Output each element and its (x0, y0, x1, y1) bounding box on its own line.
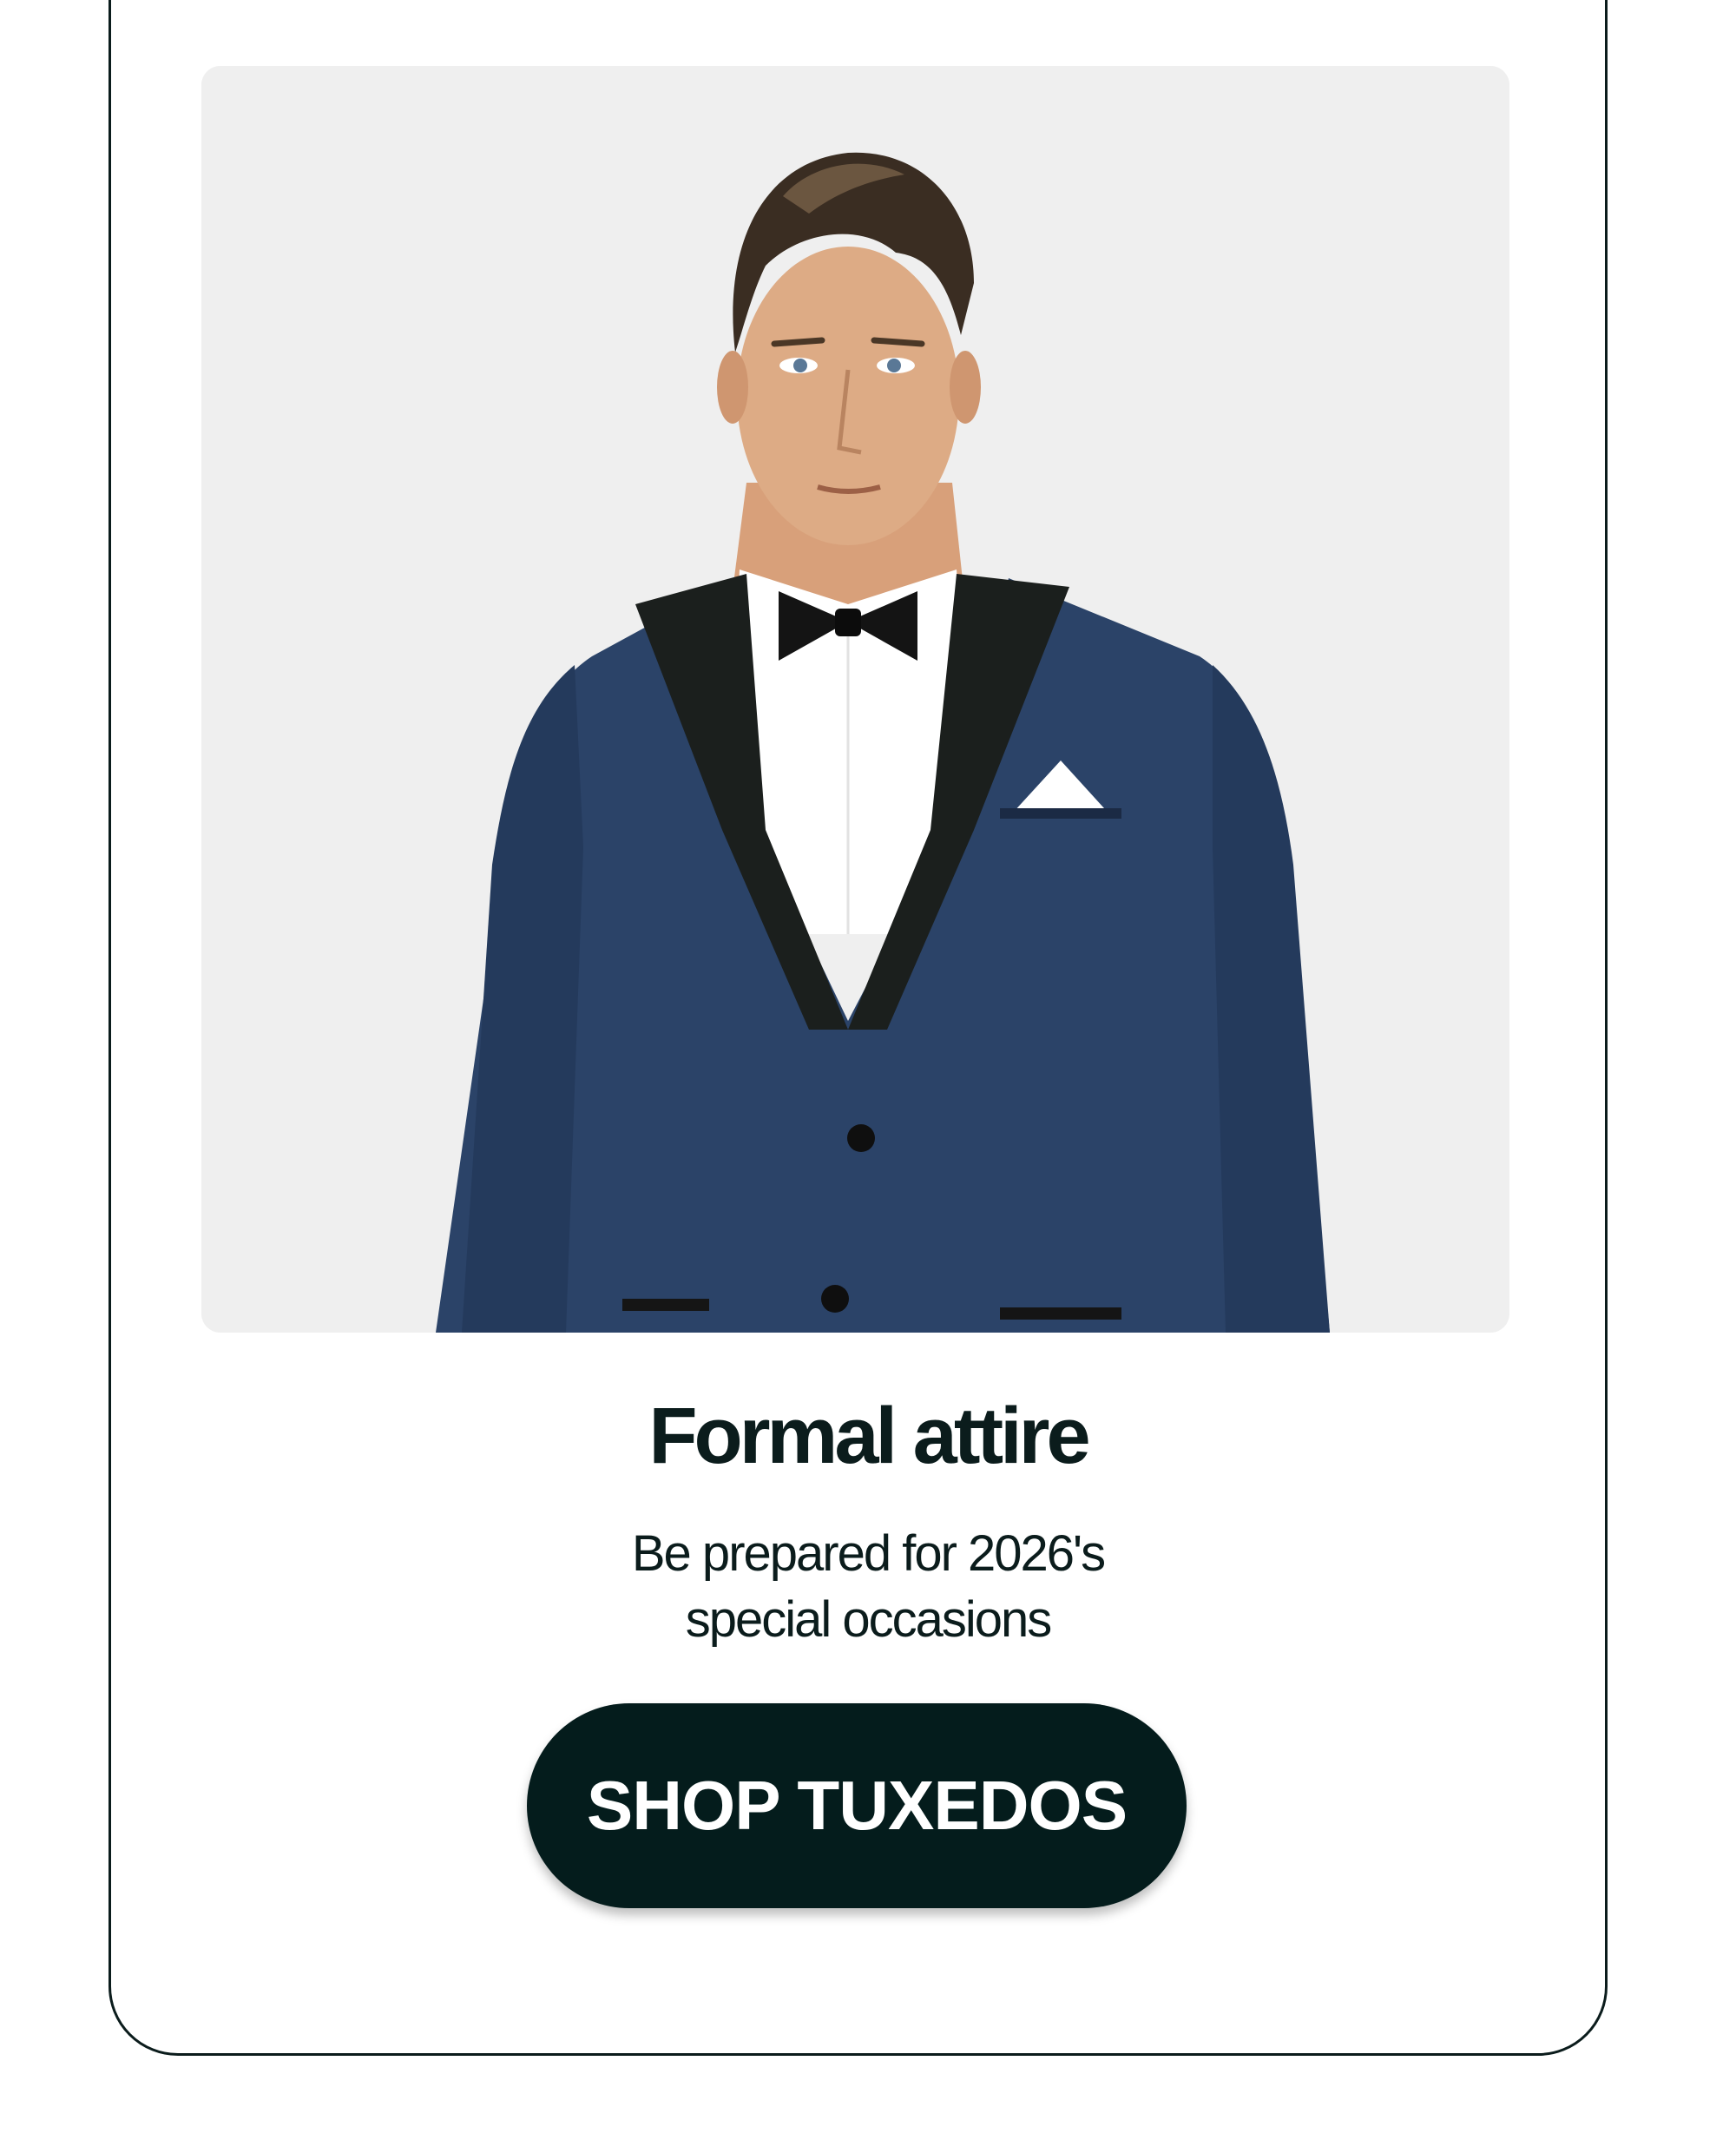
promo-subtitle-line-2: special occasions (685, 1591, 1053, 1648)
product-photo[interactable] (201, 66, 1509, 1333)
tuxedo-model-image (201, 66, 1509, 1333)
promo-title: Formal attire (648, 1392, 1090, 1480)
promo-subtitle-line-1: Be prepared for 2026's (631, 1525, 1106, 1582)
promo-subtitle: Be prepared for 2026's special occasions (0, 1521, 1736, 1653)
shop-tuxedos-button[interactable]: SHOP TUXEDOS (527, 1703, 1187, 1908)
